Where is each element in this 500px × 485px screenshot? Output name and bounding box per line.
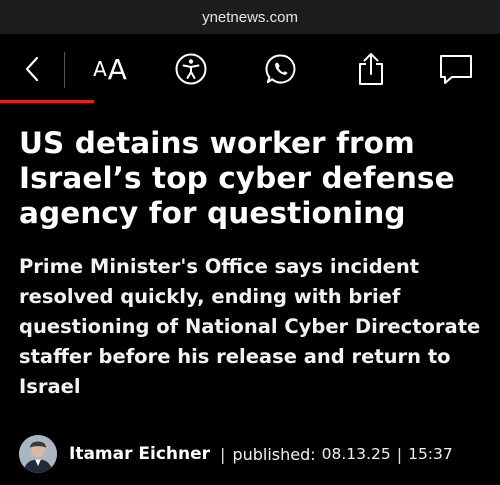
- share-button[interactable]: [348, 34, 394, 104]
- article-toolbar: AA: [0, 34, 500, 104]
- published-date: 08.13.25: [321, 445, 391, 463]
- whatsapp-icon: [265, 54, 296, 84]
- published-time: 15:37: [408, 445, 453, 463]
- comments-button[interactable]: [432, 34, 480, 104]
- comment-icon: [440, 55, 472, 84]
- back-button[interactable]: [10, 34, 54, 104]
- byline-separator: |: [220, 444, 226, 464]
- accessibility-button[interactable]: [168, 34, 214, 104]
- font-size-large-icon: A: [107, 52, 127, 86]
- toolbar-accent-line: [0, 100, 94, 103]
- accessibility-icon: [175, 53, 207, 85]
- url-text: ynetnews.com: [202, 8, 298, 26]
- published-label: published:: [232, 444, 316, 464]
- share-icon: [359, 53, 383, 85]
- author-name[interactable]: Itamar Eichner: [69, 444, 210, 464]
- font-size-button[interactable]: AA: [84, 34, 136, 104]
- author-photo-icon: [19, 435, 57, 473]
- address-bar[interactable]: ynetnews.com: [0, 0, 500, 34]
- back-icon: [25, 56, 39, 82]
- article-subheadline: Prime Minister's Office says incident re…: [19, 255, 481, 398]
- byline: Itamar Eichner | published: 08.13.25 | 1…: [19, 434, 489, 474]
- whatsapp-share-button[interactable]: [258, 34, 304, 104]
- date-time-separator: |: [396, 444, 403, 464]
- author-avatar[interactable]: [19, 435, 57, 473]
- article-headline: US detains worker from Israel’s top cybe…: [19, 126, 455, 230]
- toolbar-divider: [64, 52, 65, 88]
- font-size-small-icon: A: [93, 57, 107, 81]
